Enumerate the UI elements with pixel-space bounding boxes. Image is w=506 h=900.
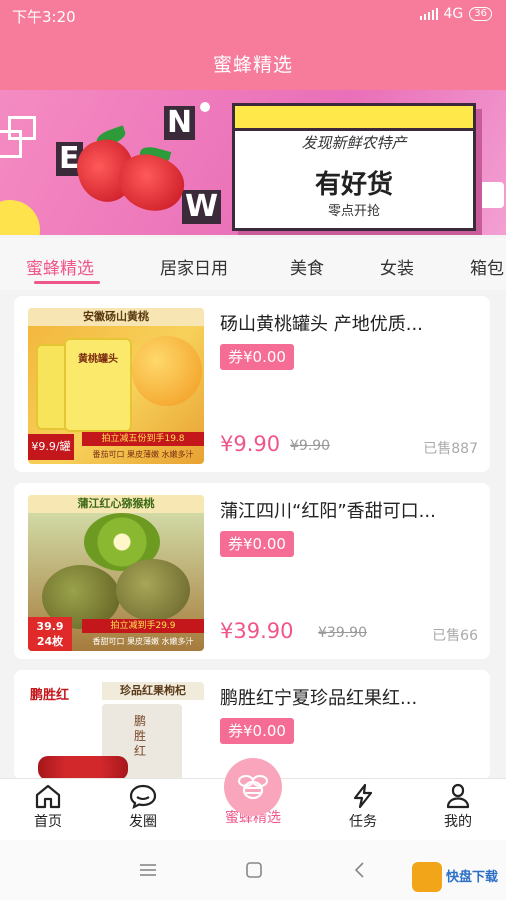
- banner-line-1: 发现新鲜农特产: [301, 134, 407, 152]
- sold-count: 已售66: [432, 628, 478, 644]
- original-price: ¥39.90: [318, 625, 367, 641]
- product-price: ¥39.90: [220, 619, 294, 643]
- status-bar: 下午3:20 4G 36: [0, 0, 506, 32]
- product-title[interactable]: 砀山黄桃罐头 产地优质...: [220, 310, 480, 336]
- watermark-logo: 快盘下载: [412, 860, 500, 894]
- coupon-badge: 券¥0.00: [220, 718, 294, 744]
- product-title[interactable]: 鹏胜红宁夏珍品红果红...: [220, 684, 480, 710]
- tab-indicator: [34, 281, 100, 284]
- tab-nvzhuang[interactable]: 女装: [380, 254, 414, 279]
- can-label: 黄桃罐头: [78, 354, 118, 365]
- bag-label: 鹏胜红: [134, 714, 147, 758]
- tab-xiangbao[interactable]: 箱包: [470, 254, 504, 279]
- price-badge: 39.9 24枚: [28, 617, 72, 651]
- brand-label: 鹏胜红: [30, 688, 70, 703]
- product-image[interactable]: 安徽砀山黄桃 黄桃罐头 ¥9.9/罐 拍立减五份到手19.8 番茄可口 果皮薄嫩…: [28, 308, 204, 464]
- feature-tags: 番茄可口 果皮薄嫩 水嫩多汁: [92, 450, 194, 459]
- home-square-icon[interactable]: [244, 860, 264, 880]
- page-title: 蜜蜂精选: [212, 54, 293, 76]
- product-price: ¥9.90: [220, 432, 281, 456]
- banner-line-2: 有好货: [314, 170, 393, 200]
- goji-image: [38, 756, 128, 780]
- back-icon[interactable]: [350, 860, 370, 880]
- lightning-icon: [353, 783, 373, 809]
- decor-square: [0, 130, 22, 158]
- tab-mifeng-jingxuan[interactable]: 蜜蜂精选: [26, 254, 94, 279]
- product-image[interactable]: 鹏胜红 珍品红果枸杞 鹏胜红: [28, 682, 204, 780]
- promo-label: 拍立减五份到手19.8: [82, 432, 204, 446]
- tabbar-label: 任务: [349, 814, 377, 830]
- sold-count: 已售887: [423, 441, 478, 457]
- battery-icon: 36: [469, 7, 492, 21]
- image-top-label: 珍品红果枸杞: [102, 682, 204, 700]
- watermark-icon: [412, 862, 442, 892]
- tab-meishi[interactable]: 美食: [290, 254, 324, 279]
- tab-jujia-riyong[interactable]: 居家日用: [160, 254, 228, 279]
- kiwi-image: [116, 559, 190, 621]
- peach-image: [132, 336, 202, 406]
- can-image: 黄桃罐头: [64, 338, 132, 432]
- category-tabs: 蜜蜂精选 居家日用 美食 女装 箱包: [0, 238, 506, 290]
- decor-dot: [200, 102, 210, 112]
- user-icon: [446, 783, 470, 809]
- promo-banner[interactable]: N E W 发现新鲜农特产 有好货 零点开抢: [0, 90, 506, 235]
- product-card[interactable]: 蒲江红心猕猴桃 39.9 24枚 拍立减到手29.9 香甜可口 果皮薄嫩 水嫩多…: [14, 483, 490, 659]
- tabbar-item-home[interactable]: 首页: [13, 783, 83, 831]
- network-label: 4G: [443, 6, 464, 22]
- decor-circle: [0, 200, 40, 235]
- original-price: ¥9.90: [290, 438, 331, 454]
- product-image[interactable]: 蒲江红心猕猴桃 39.9 24枚 拍立减到手29.9 香甜可口 果皮薄嫩 水嫩多…: [28, 495, 204, 651]
- tabbar-item-faquan[interactable]: 发圈: [108, 783, 178, 831]
- banner-letter-w: W: [182, 190, 222, 224]
- signal-icon: [419, 8, 438, 20]
- home-icon: [35, 784, 61, 809]
- product-card[interactable]: 安徽砀山黄桃 黄桃罐头 ¥9.9/罐 拍立减五份到手19.8 番茄可口 果皮薄嫩…: [14, 296, 490, 472]
- menu-icon[interactable]: [138, 862, 158, 878]
- price-badge: ¥9.9/罐: [28, 434, 74, 460]
- tabbar-item-renwu[interactable]: 任务: [328, 783, 398, 831]
- chat-bubble-icon: [129, 784, 157, 809]
- promo-label: 拍立减到手29.9: [82, 619, 204, 633]
- tabbar-item-wode[interactable]: 我的: [423, 783, 493, 831]
- banner-card: 发现新鲜农特产 有好货 零点开抢: [232, 103, 476, 231]
- image-top-label: 蒲江红心猕猴桃: [28, 495, 204, 513]
- status-time: 下午3:20: [12, 8, 76, 26]
- banner-line-3: 零点开抢: [327, 204, 380, 219]
- product-title[interactable]: 蒲江四川“红阳”香甜可口...: [220, 497, 480, 523]
- title-bar: 蜜蜂精选: [0, 32, 506, 90]
- bee-icon: [238, 775, 268, 800]
- banner-letter-n: N: [164, 106, 196, 140]
- coupon-badge: 券¥0.00: [220, 531, 294, 557]
- feature-tags: 香甜可口 果皮薄嫩 水嫩多汁: [92, 637, 194, 646]
- tabbar-label: 我的: [444, 814, 472, 830]
- watermark-text: 快盘下载: [446, 870, 499, 885]
- image-top-label: 安徽砀山黄桃: [28, 308, 204, 326]
- tabbar-label: 发圈: [129, 814, 157, 830]
- coupon-badge: 券¥0.00: [220, 344, 294, 370]
- bee-center-button[interactable]: [224, 758, 282, 816]
- tabbar-label: 首页: [34, 814, 62, 830]
